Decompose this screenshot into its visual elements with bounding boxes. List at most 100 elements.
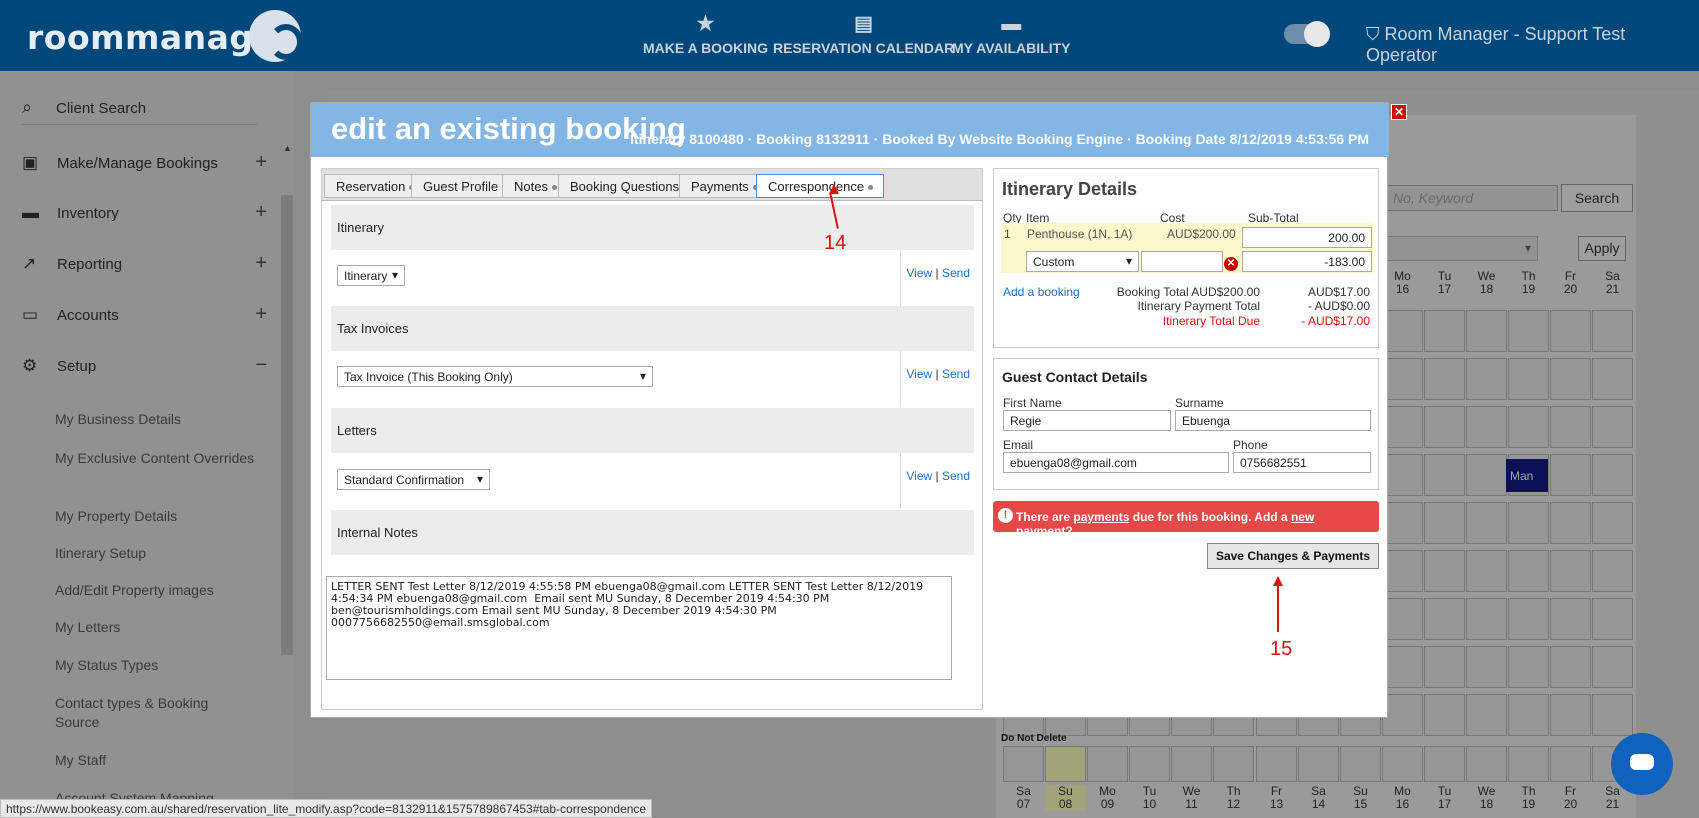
- calendar-cell[interactable]: [1592, 598, 1633, 640]
- calendar-cell[interactable]: [1508, 502, 1549, 544]
- sidebar-subitem[interactable]: My Property Details: [55, 507, 255, 526]
- client-search[interactable]: ⌕ Client Search: [22, 97, 257, 125]
- tab-correspondence[interactable]: Correspondence: [756, 174, 885, 198]
- calendar-cell[interactable]: [1466, 746, 1507, 782]
- calendar-cell[interactable]: [1592, 310, 1633, 352]
- calendar-cell[interactable]: [1382, 310, 1423, 352]
- expand-icon[interactable]: +: [255, 303, 267, 326]
- calendar-cell[interactable]: [1550, 598, 1591, 640]
- calendar-cell[interactable]: [1045, 746, 1086, 782]
- calendar-cell[interactable]: [1466, 454, 1507, 496]
- sidebar-subitem[interactable]: My Exclusive Content Overrides: [55, 449, 255, 468]
- calendar-cell[interactable]: [1466, 598, 1507, 640]
- calendar-cell[interactable]: [1550, 454, 1591, 496]
- collapse-icon[interactable]: −: [255, 354, 267, 377]
- calendar-cell[interactable]: [1550, 550, 1591, 592]
- calendar-cell[interactable]: [1382, 550, 1423, 592]
- calendar-cell[interactable]: [1466, 694, 1507, 736]
- calendar-cell[interactable]: [1466, 646, 1507, 688]
- save-changes-button[interactable]: Save Changes & Payments: [1207, 543, 1379, 569]
- calendar-cell[interactable]: [1003, 746, 1044, 782]
- custom-cost-input[interactable]: [1141, 251, 1223, 272]
- calendar-booking-block[interactable]: Man: [1506, 459, 1548, 492]
- tab-booking-questions[interactable]: Booking Questions: [558, 174, 700, 198]
- calendar-cell[interactable]: [1508, 694, 1549, 736]
- sidebar-subitem[interactable]: Itinerary Setup: [55, 544, 255, 563]
- surname-field[interactable]: Ebuenga: [1175, 410, 1371, 431]
- view-link[interactable]: View: [906, 367, 932, 381]
- custom-subtotal-input[interactable]: -183.00: [1242, 251, 1372, 272]
- calendar-cell[interactable]: [1382, 694, 1423, 736]
- calendar-cell[interactable]: [1424, 598, 1465, 640]
- calendar-cell[interactable]: [1508, 310, 1549, 352]
- calendar-cell[interactable]: [1129, 746, 1170, 782]
- chat-bubble-icon[interactable]: [1611, 733, 1673, 795]
- calendar-cell[interactable]: [1466, 502, 1507, 544]
- send-link[interactable]: Send: [942, 266, 970, 280]
- itinerary-select[interactable]: Itinerary: [337, 265, 405, 286]
- internal-notes-textarea[interactable]: LETTER SENT Test Letter 8/12/2019 4:55:5…: [326, 576, 952, 680]
- nav-my-availability[interactable]: ▬ MY AVAILABILITY: [952, 10, 1070, 56]
- tax-invoice-select[interactable]: Tax Invoice (This Booking Only): [337, 366, 653, 387]
- calendar-cell[interactable]: [1592, 502, 1633, 544]
- calendar-cell[interactable]: [1424, 746, 1465, 782]
- send-link[interactable]: Send: [942, 469, 970, 483]
- phone-field[interactable]: 0756682551: [1233, 452, 1371, 473]
- calendar-cell[interactable]: [1382, 358, 1423, 400]
- calendar-cell[interactable]: [1592, 358, 1633, 400]
- background-search-input[interactable]: No, Keyword: [1386, 185, 1558, 211]
- view-link[interactable]: View: [906, 266, 932, 280]
- calendar-cell[interactable]: [1382, 454, 1423, 496]
- calendar-cell[interactable]: [1424, 550, 1465, 592]
- calendar-cell[interactable]: [1382, 598, 1423, 640]
- calendar-cell[interactable]: [1550, 406, 1591, 448]
- sidebar-item-accounts[interactable]: ▭ Accounts +: [22, 303, 267, 333]
- send-link[interactable]: Send: [942, 367, 970, 381]
- calendar-cell[interactable]: [1424, 310, 1465, 352]
- calendar-cell[interactable]: [1466, 310, 1507, 352]
- calendar-cell[interactable]: [1298, 746, 1339, 782]
- calendar-cell[interactable]: [1550, 746, 1591, 782]
- letter-select[interactable]: Standard Confirmation: [337, 469, 490, 490]
- remove-line-icon[interactable]: ✕: [1224, 257, 1238, 271]
- calendar-cell[interactable]: [1508, 746, 1549, 782]
- sidebar-subitem[interactable]: My Letters: [55, 618, 255, 637]
- calendar-cell[interactable]: [1466, 358, 1507, 400]
- calendar-cell[interactable]: [1508, 406, 1549, 448]
- apply-button[interactable]: Apply: [1578, 236, 1626, 261]
- theme-toggle[interactable]: [1284, 21, 1330, 47]
- sidebar-subitem[interactable]: Add/Edit Property images: [55, 581, 255, 600]
- sidebar-item-make-manage-bookings[interactable]: ▣ Make/Manage Bookings +: [22, 151, 267, 181]
- first-name-field[interactable]: Regie: [1003, 410, 1171, 431]
- calendar-cell[interactable]: [1592, 454, 1633, 496]
- custom-item-select[interactable]: Custom: [1026, 251, 1139, 272]
- expand-icon[interactable]: +: [255, 201, 267, 224]
- calendar-cell[interactable]: [1508, 358, 1549, 400]
- calendar-cell[interactable]: [1508, 646, 1549, 688]
- sidebar-item-reporting[interactable]: ↗ Reporting +: [22, 252, 267, 282]
- sidebar-subitem[interactable]: Contact types & Booking Source: [55, 694, 255, 732]
- calendar-cell[interactable]: [1466, 406, 1507, 448]
- calendar-cell[interactable]: [1550, 358, 1591, 400]
- calendar-cell[interactable]: [1256, 746, 1297, 782]
- calendar-cell[interactable]: [1592, 694, 1633, 736]
- expand-icon[interactable]: +: [255, 151, 267, 174]
- calendar-cell[interactable]: [1424, 646, 1465, 688]
- line-subtotal-input[interactable]: 200.00: [1242, 227, 1372, 248]
- sidebar-scrollbar[interactable]: [281, 195, 293, 655]
- nav-make-a-booking[interactable]: ★ MAKE A BOOKING: [643, 10, 768, 56]
- calendar-cell[interactable]: [1382, 406, 1423, 448]
- calendar-cell[interactable]: [1550, 694, 1591, 736]
- expand-icon[interactable]: +: [255, 252, 267, 275]
- logo-mark-icon[interactable]: [249, 10, 303, 62]
- calendar-cell[interactable]: [1424, 358, 1465, 400]
- email-field[interactable]: ebuenga08@gmail.com: [1003, 452, 1229, 473]
- calendar-cell[interactable]: [1424, 454, 1465, 496]
- calendar-cell[interactable]: [1382, 746, 1423, 782]
- background-filter-select[interactable]: [1386, 236, 1538, 261]
- calendar-cell[interactable]: [1550, 502, 1591, 544]
- calendar-cell[interactable]: [1213, 746, 1254, 782]
- calendar-cell[interactable]: [1592, 550, 1633, 592]
- calendar-cell[interactable]: [1424, 694, 1465, 736]
- sidebar-item-setup[interactable]: ⚙ Setup −: [22, 354, 267, 384]
